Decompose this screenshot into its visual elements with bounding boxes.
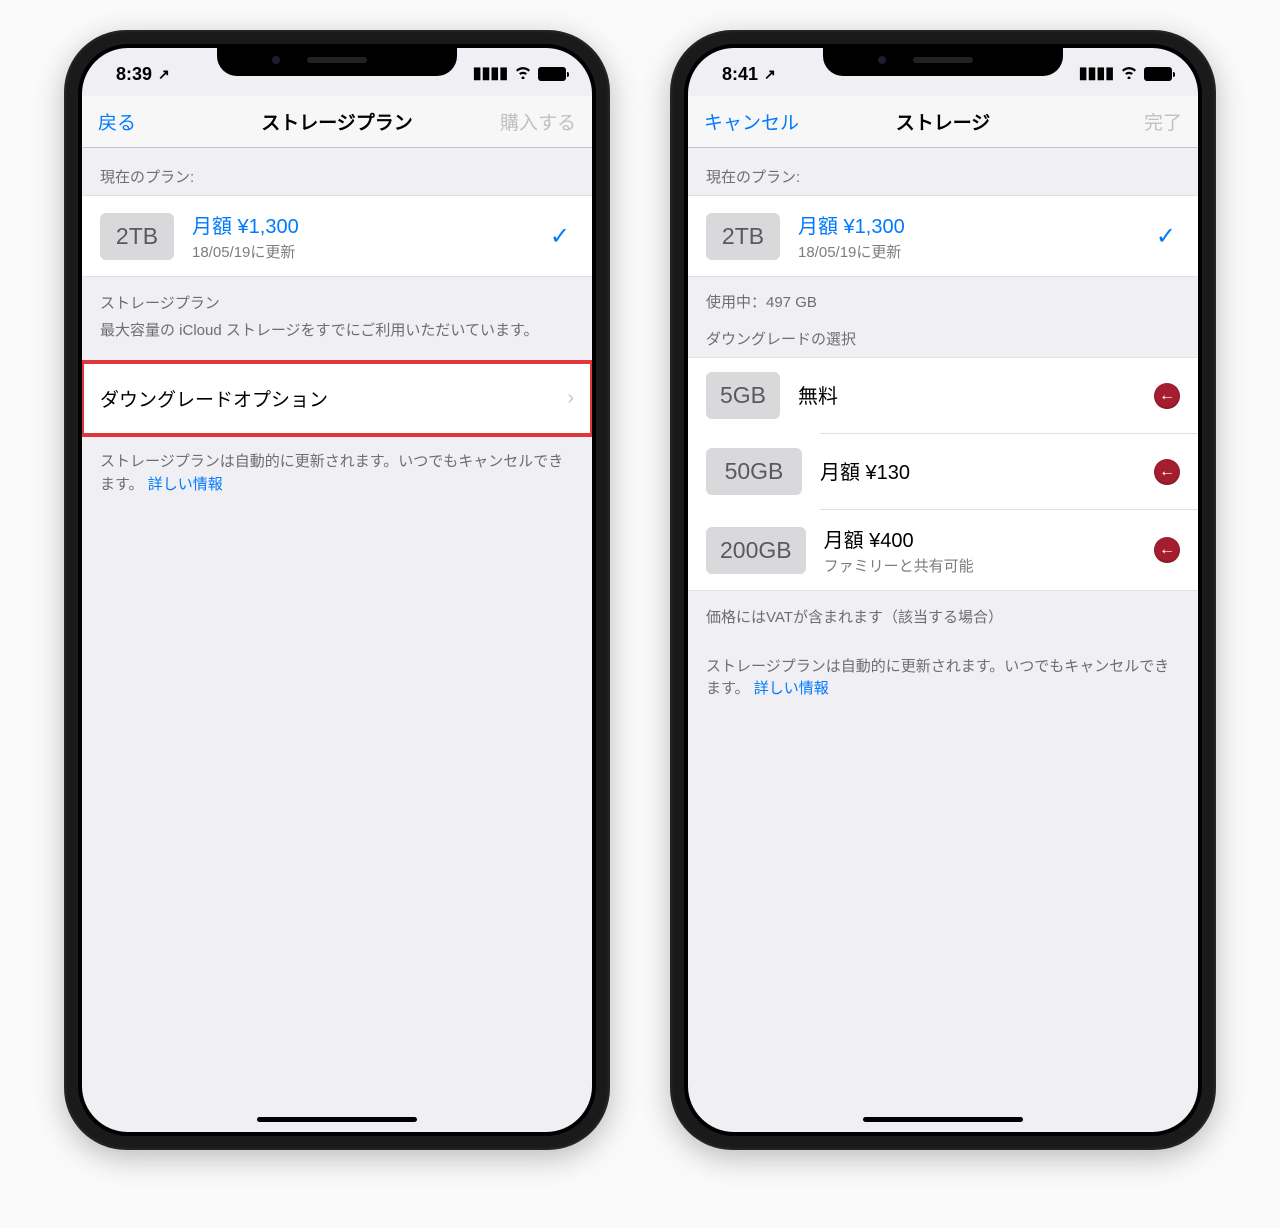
purchase-button[interactable]: 購入する [413, 108, 576, 135]
current-plan-cell: 2TB 月額 ¥1,300 18/05/19に更新 ✓ [82, 195, 592, 277]
option-price: 月額 ¥400 [824, 524, 1154, 553]
home-indicator[interactable] [257, 1117, 417, 1122]
plan-renew-date: 18/05/19に更新 [192, 241, 550, 262]
storage-desc: 最大容量の iCloud ストレージをすでにご利用いただいています。 [100, 322, 538, 339]
more-info-link[interactable]: 詳しい情報 [148, 476, 223, 493]
downgrade-option-200gb[interactable]: 200GB 月額 ¥400 ファミリーと共有可能 ← [688, 510, 1198, 590]
home-indicator[interactable] [863, 1117, 1023, 1122]
nav-bar: 戻る ストレージプラン 購入する [82, 96, 592, 148]
usage-text: 使用中：497 GB [688, 277, 1198, 320]
option-size-badge: 200GB [706, 527, 806, 574]
storage-plan-label: ストレージプラン [100, 293, 574, 320]
arrow-left-icon: ← [1154, 383, 1180, 409]
chevron-right-icon: › [567, 387, 574, 410]
back-button[interactable]: 戻る [98, 108, 261, 135]
wifi-icon [514, 65, 532, 83]
vat-note: 価格にはVATが含まれます（該当する場合） [688, 591, 1198, 650]
plan-size-badge: 2TB [706, 213, 780, 260]
check-icon: ✓ [550, 222, 574, 251]
done-button[interactable]: 完了 [990, 108, 1182, 135]
battery-icon [1144, 67, 1172, 81]
location-icon: ↗ [158, 66, 170, 83]
page-title: ストレージプラン [261, 108, 413, 135]
option-size-badge: 5GB [706, 372, 780, 419]
screen-right: 8:41 ↗ ▮▮▮▮ キャンセル ストレージ 完了 現在のプラン: [688, 48, 1198, 1132]
phone-right: 8:41 ↗ ▮▮▮▮ キャンセル ストレージ 完了 現在のプラン: [670, 30, 1216, 1150]
signal-icon: ▮▮▮▮ [473, 66, 508, 82]
plan-price: 月額 ¥1,300 [798, 210, 1156, 239]
option-size-badge: 50GB [706, 448, 802, 495]
plan-renew-date: 18/05/19に更新 [798, 241, 1156, 262]
check-icon: ✓ [1156, 222, 1180, 251]
battery-icon [538, 67, 566, 81]
downgrade-option-5gb[interactable]: 5GB 無料 ← [688, 358, 1198, 433]
downgrade-option-50gb[interactable]: 50GB 月額 ¥130 ← [688, 434, 1198, 509]
current-plan-header: 現在のプラン: [688, 148, 1198, 195]
location-icon: ↗ [764, 66, 776, 83]
plan-size-badge: 2TB [100, 213, 174, 260]
arrow-left-icon: ← [1154, 459, 1180, 485]
phone-left: 8:39 ↗ ▮▮▮▮ 戻る ストレージプラン 購入する 現在のプラン: [64, 30, 610, 1150]
option-price: 月額 ¥130 [820, 456, 1154, 485]
current-plan-header: 現在のプラン: [82, 148, 592, 195]
option-price: 無料 [798, 380, 1154, 409]
screen-left: 8:39 ↗ ▮▮▮▮ 戻る ストレージプラン 購入する 現在のプラン: [82, 48, 592, 1132]
cancel-button[interactable]: キャンセル [704, 108, 896, 135]
more-info-link[interactable]: 詳しい情報 [754, 680, 829, 697]
status-time: 8:41 [722, 64, 758, 85]
option-sub: ファミリーと共有可能 [824, 555, 1154, 576]
signal-icon: ▮▮▮▮ [1079, 66, 1114, 82]
arrow-left-icon: ← [1154, 537, 1180, 563]
plan-price: 月額 ¥1,300 [192, 210, 550, 239]
notch [823, 44, 1063, 76]
downgrade-header: ダウングレードの選択 [688, 320, 1198, 357]
notch [217, 44, 457, 76]
downgrade-option-label: ダウングレードオプション [100, 385, 328, 412]
nav-bar: キャンセル ストレージ 完了 [688, 96, 1198, 148]
downgrade-option-row[interactable]: ダウングレードオプション › [82, 362, 592, 435]
page-title: ストレージ [896, 108, 991, 135]
current-plan-cell: 2TB 月額 ¥1,300 18/05/19に更新 ✓ [688, 195, 1198, 277]
wifi-icon [1120, 65, 1138, 83]
status-time: 8:39 [116, 64, 152, 85]
